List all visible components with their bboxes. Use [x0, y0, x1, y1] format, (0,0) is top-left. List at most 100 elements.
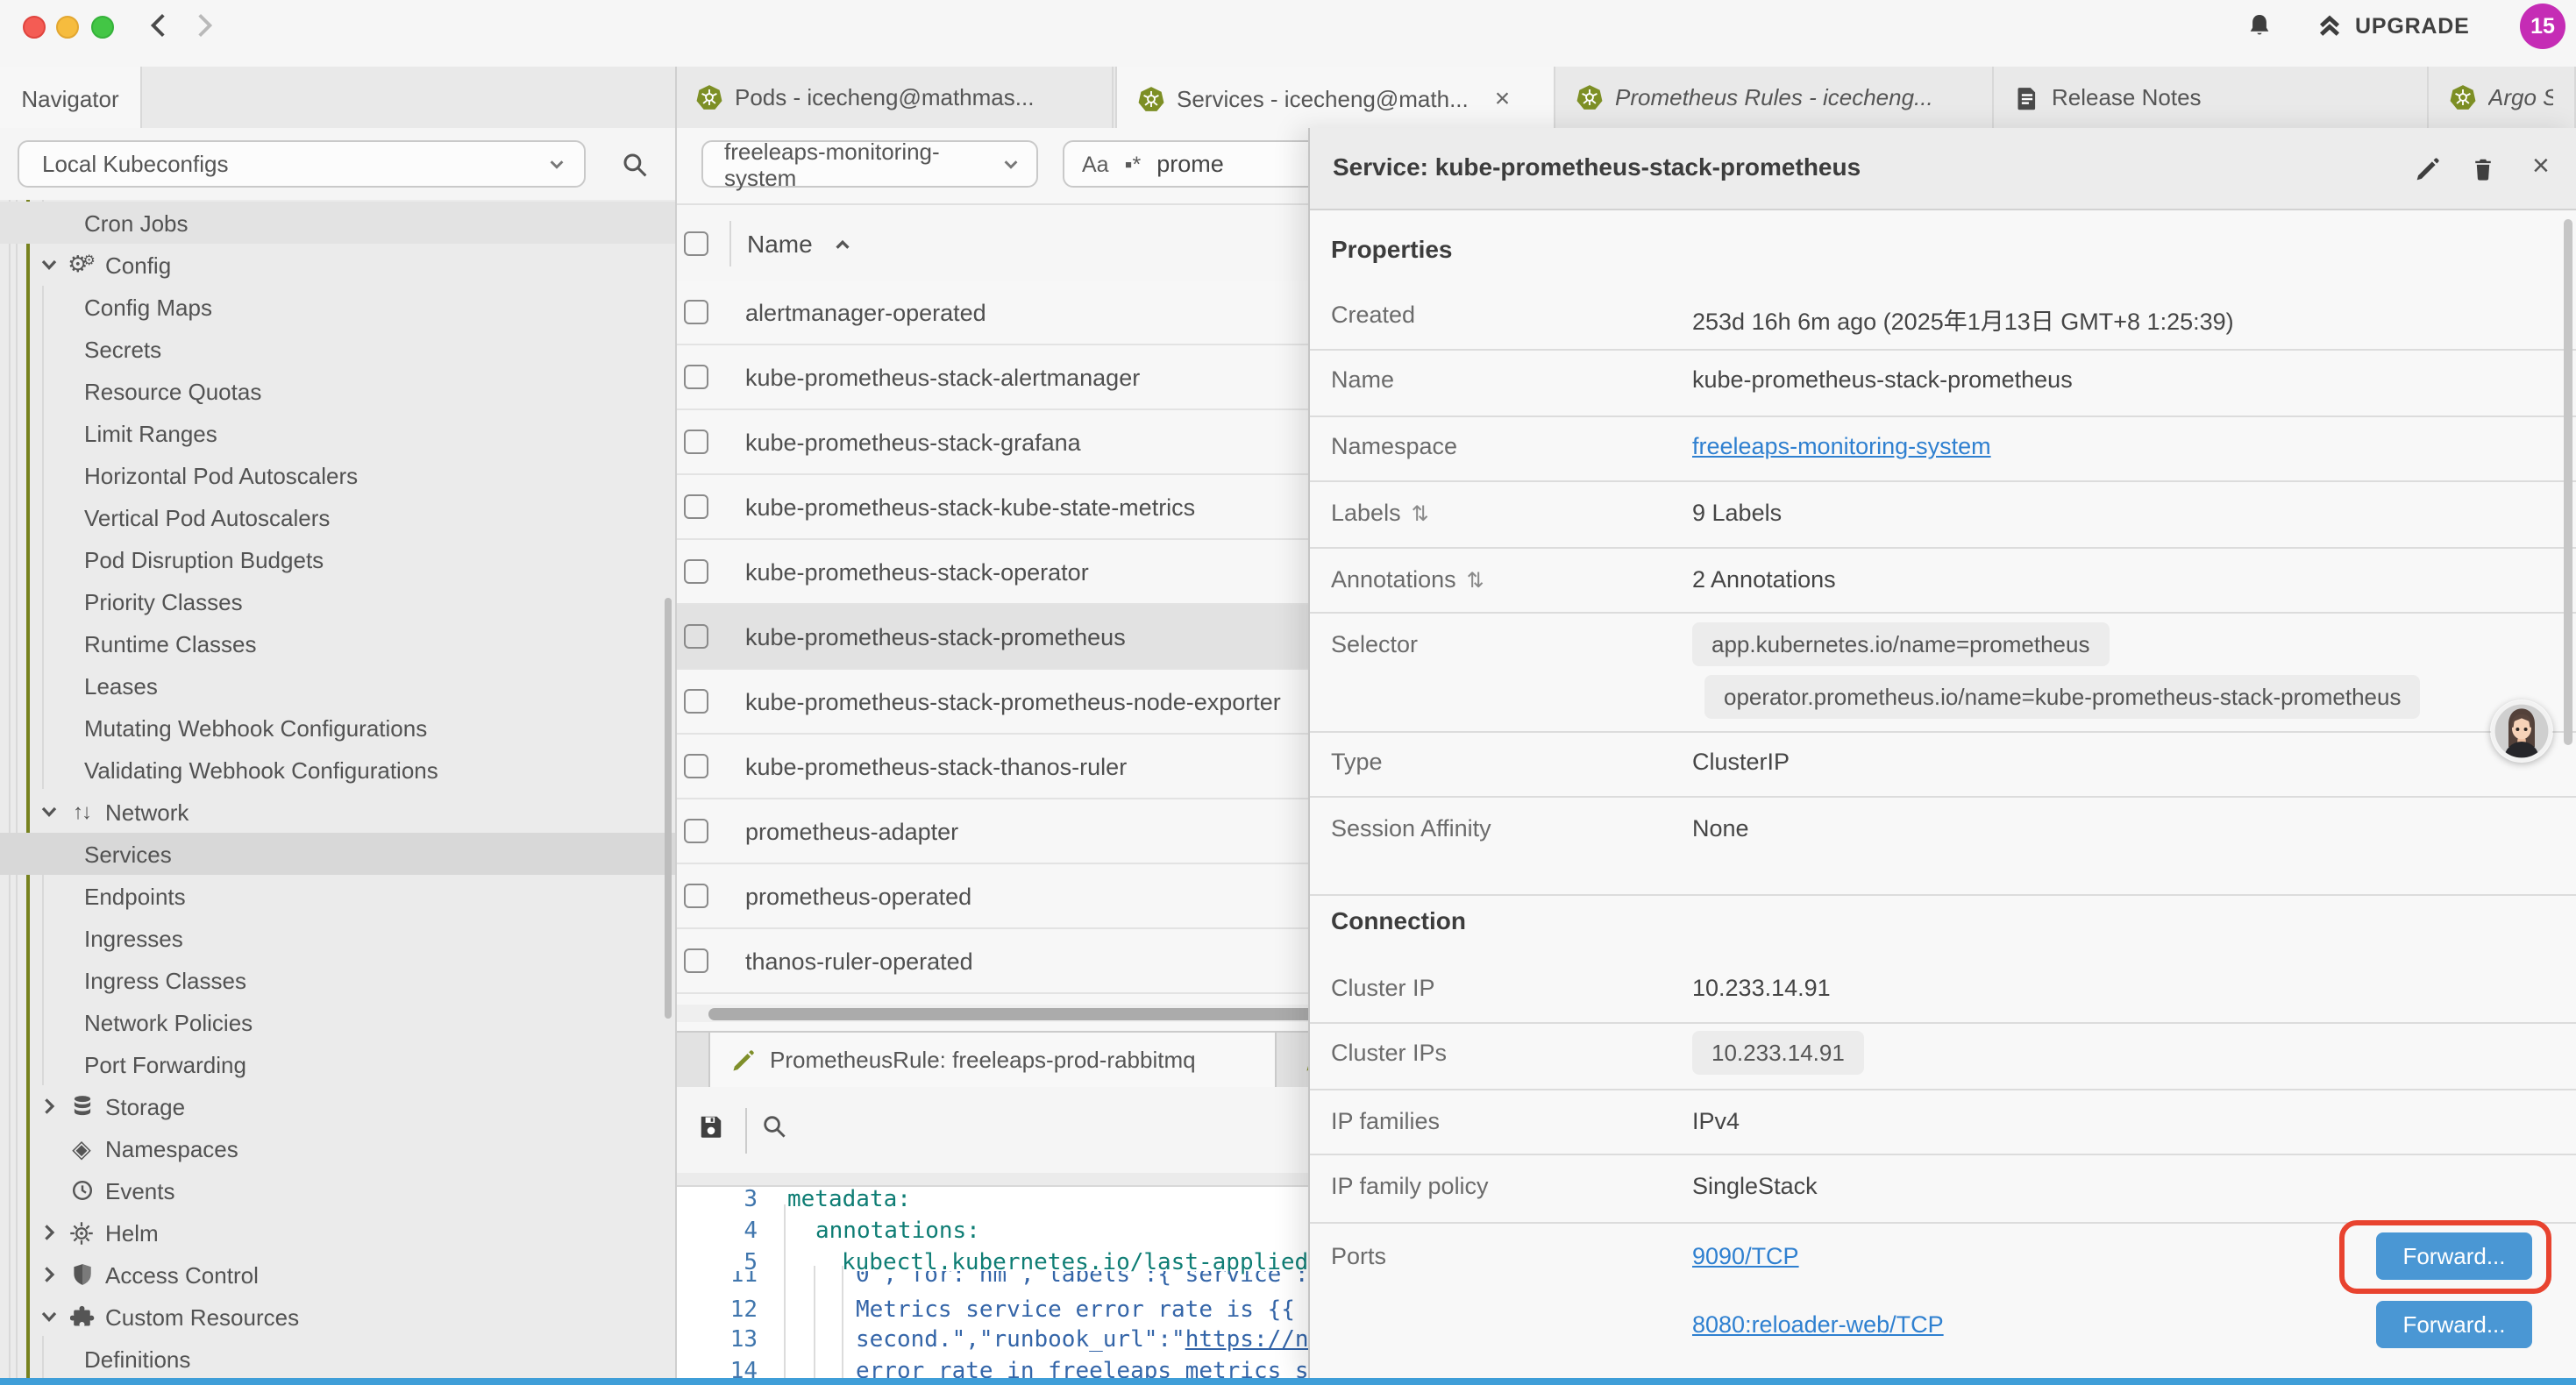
chevron-down-icon[interactable]	[39, 801, 60, 822]
editor-line: 3metadata:	[677, 1187, 1334, 1217]
tab-argo[interactable]: Argo Se	[2429, 67, 2576, 128]
row-checkbox[interactable]	[684, 754, 708, 778]
sidebar-item-helm[interactable]: Helm	[0, 1211, 675, 1254]
row-checkbox[interactable]	[684, 819, 708, 843]
row-checkbox[interactable]	[684, 300, 708, 324]
tab-prometheus-rules[interactable]: Prometheus Rules - icecheng...	[1555, 67, 1994, 128]
namespace-select[interactable]: freeleaps-monitoring-system	[701, 140, 1038, 188]
sidebar-item-validating-webhook-configurations[interactable]: Validating Webhook Configurations	[0, 749, 675, 791]
sidebar-item-namespaces[interactable]: ◈Namespaces	[0, 1127, 675, 1169]
tab-services[interactable]: Services - icecheng@math...×	[1115, 67, 1555, 130]
upgrade-button[interactable]: UPGRADE	[2316, 12, 2470, 39]
yaml-editor[interactable]: 3metadata:4annotations:5kubectl.kubernet…	[677, 1187, 1334, 1380]
sidebar-item-services[interactable]: Services	[0, 833, 675, 875]
sidebar-item-label: Horizontal Pod Autoscalers	[84, 462, 358, 488]
sidebar-item-config[interactable]: ⚙⚙Config	[0, 244, 675, 286]
regex-toggle[interactable]: ▪*	[1125, 152, 1142, 176]
row-checkbox[interactable]	[684, 884, 708, 908]
sidebar-scrollbar[interactable]	[665, 598, 672, 1019]
sidebar-item-endpoints[interactable]: Endpoints	[0, 875, 675, 917]
maximize-window-button[interactable]	[91, 16, 114, 39]
row-checkbox[interactable]	[684, 494, 708, 519]
sidebar-item-ingress-classes[interactable]: Ingress Classes	[0, 959, 675, 1001]
drawer-scrollbar[interactable]	[2564, 219, 2572, 745]
sidebar-search-button[interactable]	[621, 151, 649, 188]
toolbar-divider	[745, 1108, 747, 1154]
chevron-down-icon[interactable]	[39, 1306, 60, 1327]
row-checkbox[interactable]	[684, 624, 708, 649]
chevron-right-icon[interactable]	[39, 1096, 60, 1117]
match-case-toggle[interactable]: Aa	[1082, 152, 1109, 176]
edit-resource-button[interactable]	[2415, 156, 2441, 182]
drawer-title: Service: kube-prometheus-stack-prometheu…	[1333, 153, 1861, 181]
dock-tab-prometheusrule[interactable]: PrometheusRule: freeleaps-prod-rabbitmq	[708, 1033, 1277, 1087]
kubernetes-icon	[1576, 84, 1603, 110]
sidebar-item-storage[interactable]: Storage	[0, 1085, 675, 1127]
back-button[interactable]	[144, 11, 174, 40]
select-all-checkbox[interactable]	[684, 231, 708, 256]
sidebar-item-port-forwarding[interactable]: Port Forwarding	[0, 1043, 675, 1085]
user-avatar[interactable]	[2490, 700, 2553, 763]
column-name-header[interactable]: Name	[747, 230, 813, 258]
scrollbar-thumb[interactable]	[708, 1007, 1334, 1019]
sort-toggle-icon[interactable]: ⇅	[1467, 567, 1484, 592]
search-icon	[761, 1113, 787, 1140]
sidebar-item-definitions[interactable]: Definitions	[0, 1338, 675, 1380]
sort-toggle-icon[interactable]: ⇅	[1412, 501, 1429, 525]
sidebar-item-resource-quotas[interactable]: Resource Quotas	[0, 370, 675, 412]
sidebar-item-limit-ranges[interactable]: Limit Ranges	[0, 412, 675, 454]
row-checkbox[interactable]	[684, 948, 708, 973]
search-query: prome	[1156, 151, 1224, 177]
sidebar-item-pod-disruption-budgets[interactable]: Pod Disruption Budgets	[0, 538, 675, 580]
sidebar-item-runtime-classes[interactable]: Runtime Classes	[0, 622, 675, 664]
sidebar-item-label: Resource Quotas	[84, 378, 261, 404]
sidebar-item-leases[interactable]: Leases	[0, 664, 675, 707]
table-horizontal-scrollbar[interactable]	[677, 1005, 1334, 1022]
chevron-right-icon[interactable]	[39, 1222, 60, 1243]
tab-release-notes[interactable]: Release Notes	[1994, 67, 2429, 128]
row-checkbox[interactable]	[684, 689, 708, 714]
sidebar-item-cron-jobs[interactable]: Cron Jobs	[0, 202, 675, 244]
sidebar-item-custom-resources[interactable]: Custom Resources	[0, 1296, 675, 1338]
close-tab-icon[interactable]: ×	[1495, 85, 1511, 111]
sidebar-item-config-maps[interactable]: Config Maps	[0, 286, 675, 328]
puzzle-icon	[67, 1304, 96, 1329]
chevron-right-icon[interactable]	[39, 1264, 60, 1285]
tab-navigator[interactable]: Navigator	[0, 67, 142, 130]
delete-resource-button[interactable]	[2471, 156, 2495, 182]
sidebar-item-network-policies[interactable]: Network Policies	[0, 1001, 675, 1043]
sidebar-item-access-control[interactable]: Access Control	[0, 1254, 675, 1296]
close-drawer-button[interactable]: ×	[2532, 149, 2550, 184]
line-code: second.","runbook_url":"https://netops	[856, 1326, 1334, 1358]
notifications-button[interactable]	[2246, 12, 2273, 39]
sidebar-item-horizontal-pod-autoscalers[interactable]: Horizontal Pod Autoscalers	[0, 454, 675, 496]
kubeconfig-select[interactable]: Local Kubeconfigs	[18, 140, 586, 188]
row-checkbox[interactable]	[684, 365, 708, 389]
row-checkbox[interactable]	[684, 430, 708, 454]
forward-button[interactable]	[189, 11, 219, 40]
sidebar-item-secrets[interactable]: Secrets	[0, 328, 675, 370]
minimize-window-button[interactable]	[56, 16, 79, 39]
save-button[interactable]	[698, 1113, 724, 1140]
close-window-button[interactable]	[23, 16, 46, 39]
notification-count-badge[interactable]: 15	[2520, 4, 2565, 49]
label-text: Selector	[1331, 631, 1418, 657]
chevron-down-icon[interactable]	[39, 254, 60, 275]
sidebar-item-vertical-pod-autoscalers[interactable]: Vertical Pod Autoscalers	[0, 496, 675, 538]
sidebar-item-mutating-webhook-configurations[interactable]: Mutating Webhook Configurations	[0, 707, 675, 749]
forward-button[interactable]: Forward...	[2376, 1301, 2532, 1348]
sidebar-item-events[interactable]: Events	[0, 1169, 675, 1211]
row-checkbox[interactable]	[684, 559, 708, 584]
editor-search-button[interactable]	[761, 1113, 787, 1140]
sort-ascending-icon[interactable]	[834, 234, 853, 253]
tab-pods[interactable]: Pods - icecheng@mathmas...	[675, 67, 1114, 128]
helm-wheel-icon	[67, 1219, 96, 1246]
sidebar-item-priority-classes[interactable]: Priority Classes	[0, 580, 675, 622]
table-search-input[interactable]: Aa ▪* prome	[1063, 140, 1334, 188]
port-link[interactable]: 9090/TCP	[1692, 1243, 1799, 1269]
sidebar-item-network[interactable]: ↑↓Network	[0, 791, 675, 833]
sidebar-item-label: Leases	[84, 672, 158, 699]
sidebar-item-ingresses[interactable]: Ingresses	[0, 917, 675, 959]
namespace-link[interactable]: freeleaps-monitoring-system	[1692, 433, 1991, 459]
port-link[interactable]: 8080:reloader-web/TCP	[1692, 1310, 1944, 1337]
